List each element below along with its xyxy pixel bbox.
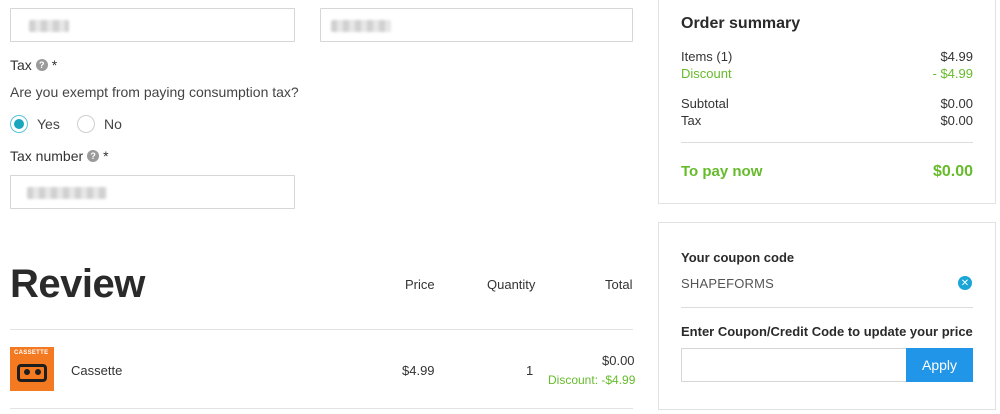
- coupon-title: Your coupon code: [681, 250, 795, 265]
- product-thumbnail: CASSETTE: [10, 347, 54, 391]
- discount-value: - $4.99: [932, 66, 973, 81]
- redacted-value: [29, 20, 69, 32]
- tax-number-field[interactable]: [10, 175, 295, 209]
- help-icon[interactable]: ?: [35, 59, 48, 71]
- tax-number-label-text: Tax number: [10, 148, 84, 164]
- divider: [10, 408, 633, 409]
- first-name-field[interactable]: [10, 8, 295, 42]
- tax-label: Tax ? *: [10, 57, 57, 73]
- items-value: $4.99: [940, 49, 973, 64]
- product-discount: Discount: -$4.99: [548, 373, 636, 387]
- redacted-value: [331, 20, 391, 32]
- tax-summary-label: Tax: [681, 113, 702, 128]
- pay-now-value: $0.00: [932, 163, 973, 180]
- redacted-value: [27, 187, 107, 199]
- radio-no[interactable]: No: [77, 115, 122, 133]
- tax-exempt-question: Are you exempt from paying consumption t…: [10, 84, 299, 100]
- coupon-entry-label: Enter Coupon/Credit Code to update your …: [681, 324, 973, 339]
- thumbnail-text: CASSETTE: [14, 350, 49, 356]
- coupon-input[interactable]: [681, 348, 907, 382]
- help-icon[interactable]: ?: [87, 150, 100, 162]
- radio-yes-label: Yes: [37, 116, 60, 132]
- summary-tax-row: Tax $0.00: [681, 113, 973, 128]
- col-header-quantity: Quantity: [487, 277, 536, 292]
- product-quantity: 1: [526, 363, 534, 378]
- items-label: Items (1): [681, 49, 733, 64]
- tax-number-label: Tax number ? *: [10, 148, 109, 164]
- reel-icon: [24, 369, 30, 375]
- review-title: Review: [10, 262, 145, 306]
- divider: [10, 329, 633, 330]
- divider: [681, 307, 973, 308]
- radio-no-label: No: [104, 116, 122, 132]
- required-marker: *: [51, 57, 58, 73]
- divider: [681, 142, 973, 143]
- remove-coupon-icon[interactable]: ✕: [958, 276, 972, 290]
- order-summary-title: Order summary: [681, 15, 801, 32]
- radio-unselected-icon[interactable]: [77, 115, 95, 133]
- radio-selected-icon[interactable]: [10, 115, 28, 133]
- discount-label: Discount: [681, 66, 732, 81]
- col-header-total: Total: [605, 277, 633, 292]
- product-total: $0.00: [602, 353, 635, 368]
- pay-now-label: To pay now: [681, 163, 763, 180]
- reel-icon: [35, 369, 41, 375]
- radio-yes[interactable]: Yes: [10, 115, 60, 133]
- product-price: $4.99: [402, 363, 435, 378]
- pay-now-row: To pay now $0.00: [681, 163, 973, 181]
- product-name: Cassette: [71, 363, 123, 378]
- tax-label-text: Tax: [10, 57, 32, 73]
- col-header-price: Price: [405, 277, 435, 292]
- subtotal-value: $0.00: [940, 96, 973, 111]
- subtotal-label: Subtotal: [681, 96, 729, 111]
- summary-items-row: Items (1) $4.99: [681, 49, 973, 64]
- summary-discount-row: Discount - $4.99: [681, 66, 973, 81]
- apply-button[interactable]: Apply: [906, 348, 973, 382]
- last-name-field[interactable]: [320, 8, 633, 42]
- applied-coupon-code: SHAPEFORMS: [681, 276, 775, 291]
- required-marker: *: [103, 148, 109, 164]
- tax-summary-value: $0.00: [940, 113, 973, 128]
- cassette-icon: [17, 364, 47, 382]
- summary-subtotal-row: Subtotal $0.00: [681, 96, 973, 111]
